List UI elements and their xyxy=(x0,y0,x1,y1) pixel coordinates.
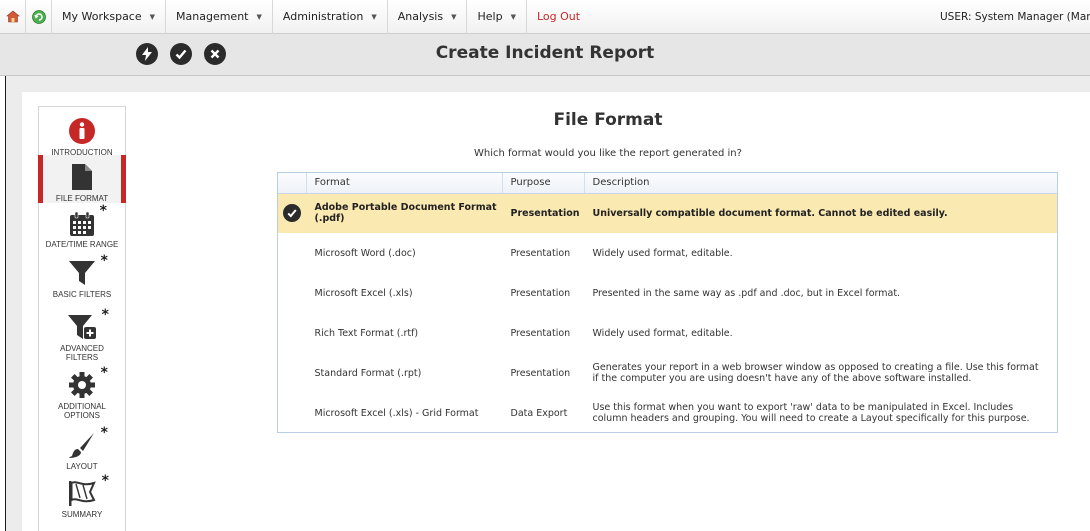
wizard-step-basic-filters[interactable]: * BASIC FILTERS xyxy=(39,253,125,307)
menu-item-label: Management xyxy=(176,10,249,23)
wizard-step-label: ADDITIONAL OPTIONS xyxy=(57,402,106,420)
wizard-step-date-time-range[interactable]: * DATE/TIME RANGE xyxy=(39,203,125,251)
required-marker: * xyxy=(100,365,108,381)
file-icon xyxy=(72,164,92,190)
column-header-format[interactable]: Format xyxy=(306,173,503,194)
column-header-description[interactable]: Description xyxy=(584,173,1057,194)
content-frame-top xyxy=(6,76,1090,92)
wizard-step-file-format[interactable]: FILE FORMAT xyxy=(38,155,126,203)
refresh-icon[interactable] xyxy=(26,0,52,34)
description-cell: Generates your report in a web browser w… xyxy=(592,362,1039,384)
caret-down-icon: ▼ xyxy=(510,12,516,21)
wizard-step-introduction[interactable]: INTRODUCTION xyxy=(39,115,125,159)
flag-icon xyxy=(69,481,96,506)
format-cell: Adobe Portable Document Format (.pdf) xyxy=(306,193,502,233)
column-header-purpose[interactable]: Purpose xyxy=(502,173,585,194)
wizard-step-summary[interactable]: * SUMMARY xyxy=(39,473,125,523)
menu-item-label: My Workspace xyxy=(62,10,142,23)
menu-item-my-workspace[interactable]: My Workspace ▼ xyxy=(52,0,167,34)
row-select-cell[interactable] xyxy=(278,193,306,233)
column-header-select xyxy=(278,173,307,194)
wizard-step-advanced-filters[interactable]: * ADVANCED FILTERS xyxy=(39,307,125,367)
row-select-cell[interactable] xyxy=(278,393,306,433)
description-cell: Universally compatible document format. … xyxy=(584,193,1057,233)
required-marker: * xyxy=(101,473,109,489)
row-select-cell[interactable] xyxy=(278,353,306,393)
brush-icon xyxy=(69,433,94,458)
table-row[interactable]: Microsoft Excel (.xls) Presentation Pres… xyxy=(278,273,1057,313)
section-title: File Format xyxy=(553,110,663,130)
purpose-cell: Presentation xyxy=(510,327,571,339)
grid-header-row: Format Purpose Description xyxy=(278,173,1057,194)
row-select-cell[interactable] xyxy=(278,233,306,273)
table-row[interactable]: Microsoft Excel (.xls) - Grid Format Dat… xyxy=(278,393,1057,433)
row-select-cell[interactable] xyxy=(278,273,306,313)
wizard-sidebar: INTRODUCTION FILE FORMAT * DATE/TIME RAN… xyxy=(38,106,126,531)
description-cell: Widely used format, editable. xyxy=(592,247,733,259)
menu-item-label: Administration xyxy=(282,10,364,23)
caret-down-icon: ▼ xyxy=(371,12,377,21)
frame-border xyxy=(0,76,6,531)
content-frame-left xyxy=(6,76,22,531)
table-row[interactable]: Rich Text Format (.rtf) Presentation Wid… xyxy=(278,313,1057,353)
wizard-step-label: LAYOUT xyxy=(66,462,98,471)
menu-item-help[interactable]: Help ▼ xyxy=(467,0,527,34)
format-cell: Microsoft Word (.doc) xyxy=(314,247,416,259)
caret-down-icon: ▼ xyxy=(451,12,457,21)
purpose-cell: Presentation xyxy=(510,367,571,379)
calendar-icon xyxy=(70,211,94,236)
required-marker: * xyxy=(100,253,108,269)
description-cell: Presented in the same way as .pdf and .d… xyxy=(592,287,901,299)
table-row[interactable]: Microsoft Word (.doc) Presentation Widel… xyxy=(278,233,1057,273)
title-bar: Create Incident Report xyxy=(0,34,1090,76)
format-cell: Microsoft Excel (.xls) - Grid Format xyxy=(314,407,479,419)
format-cell: Microsoft Excel (.xls) xyxy=(314,287,413,299)
purpose-cell: Presentation xyxy=(502,193,584,233)
table-row[interactable]: Standard Format (.rpt) Presentation Gene… xyxy=(278,353,1057,393)
row-select-cell[interactable] xyxy=(278,313,306,353)
home-icon[interactable] xyxy=(0,0,26,34)
menu-item-label: Analysis xyxy=(397,10,444,23)
menu-item-analysis[interactable]: Analysis ▼ xyxy=(388,0,468,34)
wizard-step-label: DATE/TIME RANGE xyxy=(45,240,119,249)
purpose-cell: Presentation xyxy=(510,287,571,299)
menu-item-management[interactable]: Management ▼ xyxy=(166,0,273,34)
top-menu-bar: My Workspace ▼ Management ▼ Administration ▼ A… xyxy=(0,0,1090,34)
wizard-step-layout[interactable]: * LAYOUT xyxy=(39,425,125,475)
format-cell: Standard Format (.rpt) xyxy=(314,367,422,379)
logout-link[interactable]: Log Out xyxy=(527,0,590,34)
required-marker: * xyxy=(100,425,108,441)
caret-down-icon: ▼ xyxy=(256,12,262,21)
info-icon xyxy=(69,118,95,144)
purpose-cell: Data Export xyxy=(510,407,568,419)
gear-icon xyxy=(69,372,95,398)
wizard-step-label: ADVANCED FILTERS xyxy=(60,344,104,362)
purpose-cell: Presentation xyxy=(510,247,571,259)
wizard-step-label: FILE FORMAT xyxy=(55,194,109,203)
description-cell: Widely used format, editable. xyxy=(592,327,733,339)
file-format-grid: Format Purpose Description Adobe Portabl… xyxy=(277,172,1058,433)
table-row[interactable]: Adobe Portable Document Format (.pdf) Pr… xyxy=(278,193,1057,233)
wizard-step-label: BASIC FILTERS xyxy=(52,290,112,299)
menu-item-label: Help xyxy=(477,10,503,23)
format-cell: Rich Text Format (.rtf) xyxy=(314,327,419,339)
caret-down-icon: ▼ xyxy=(149,12,156,21)
wizard-step-label: SUMMARY xyxy=(61,510,103,519)
user-label: USER: System Manager (Manager xyxy=(940,11,1090,23)
description-cell: Use this format when you want to export … xyxy=(592,402,1030,424)
menu-item-administration[interactable]: Administration ▼ xyxy=(273,0,388,34)
required-marker: * xyxy=(101,307,109,323)
advanced-filter-icon xyxy=(68,315,96,339)
page-title: Create Incident Report xyxy=(435,43,655,63)
filter-icon xyxy=(69,261,95,285)
section-subtitle: Which format would you like the report g… xyxy=(474,148,742,159)
required-marker: * xyxy=(99,203,107,219)
wizard-step-additional-options[interactable]: * ADDITIONAL OPTIONS xyxy=(39,365,125,425)
selected-check-icon xyxy=(282,204,301,223)
